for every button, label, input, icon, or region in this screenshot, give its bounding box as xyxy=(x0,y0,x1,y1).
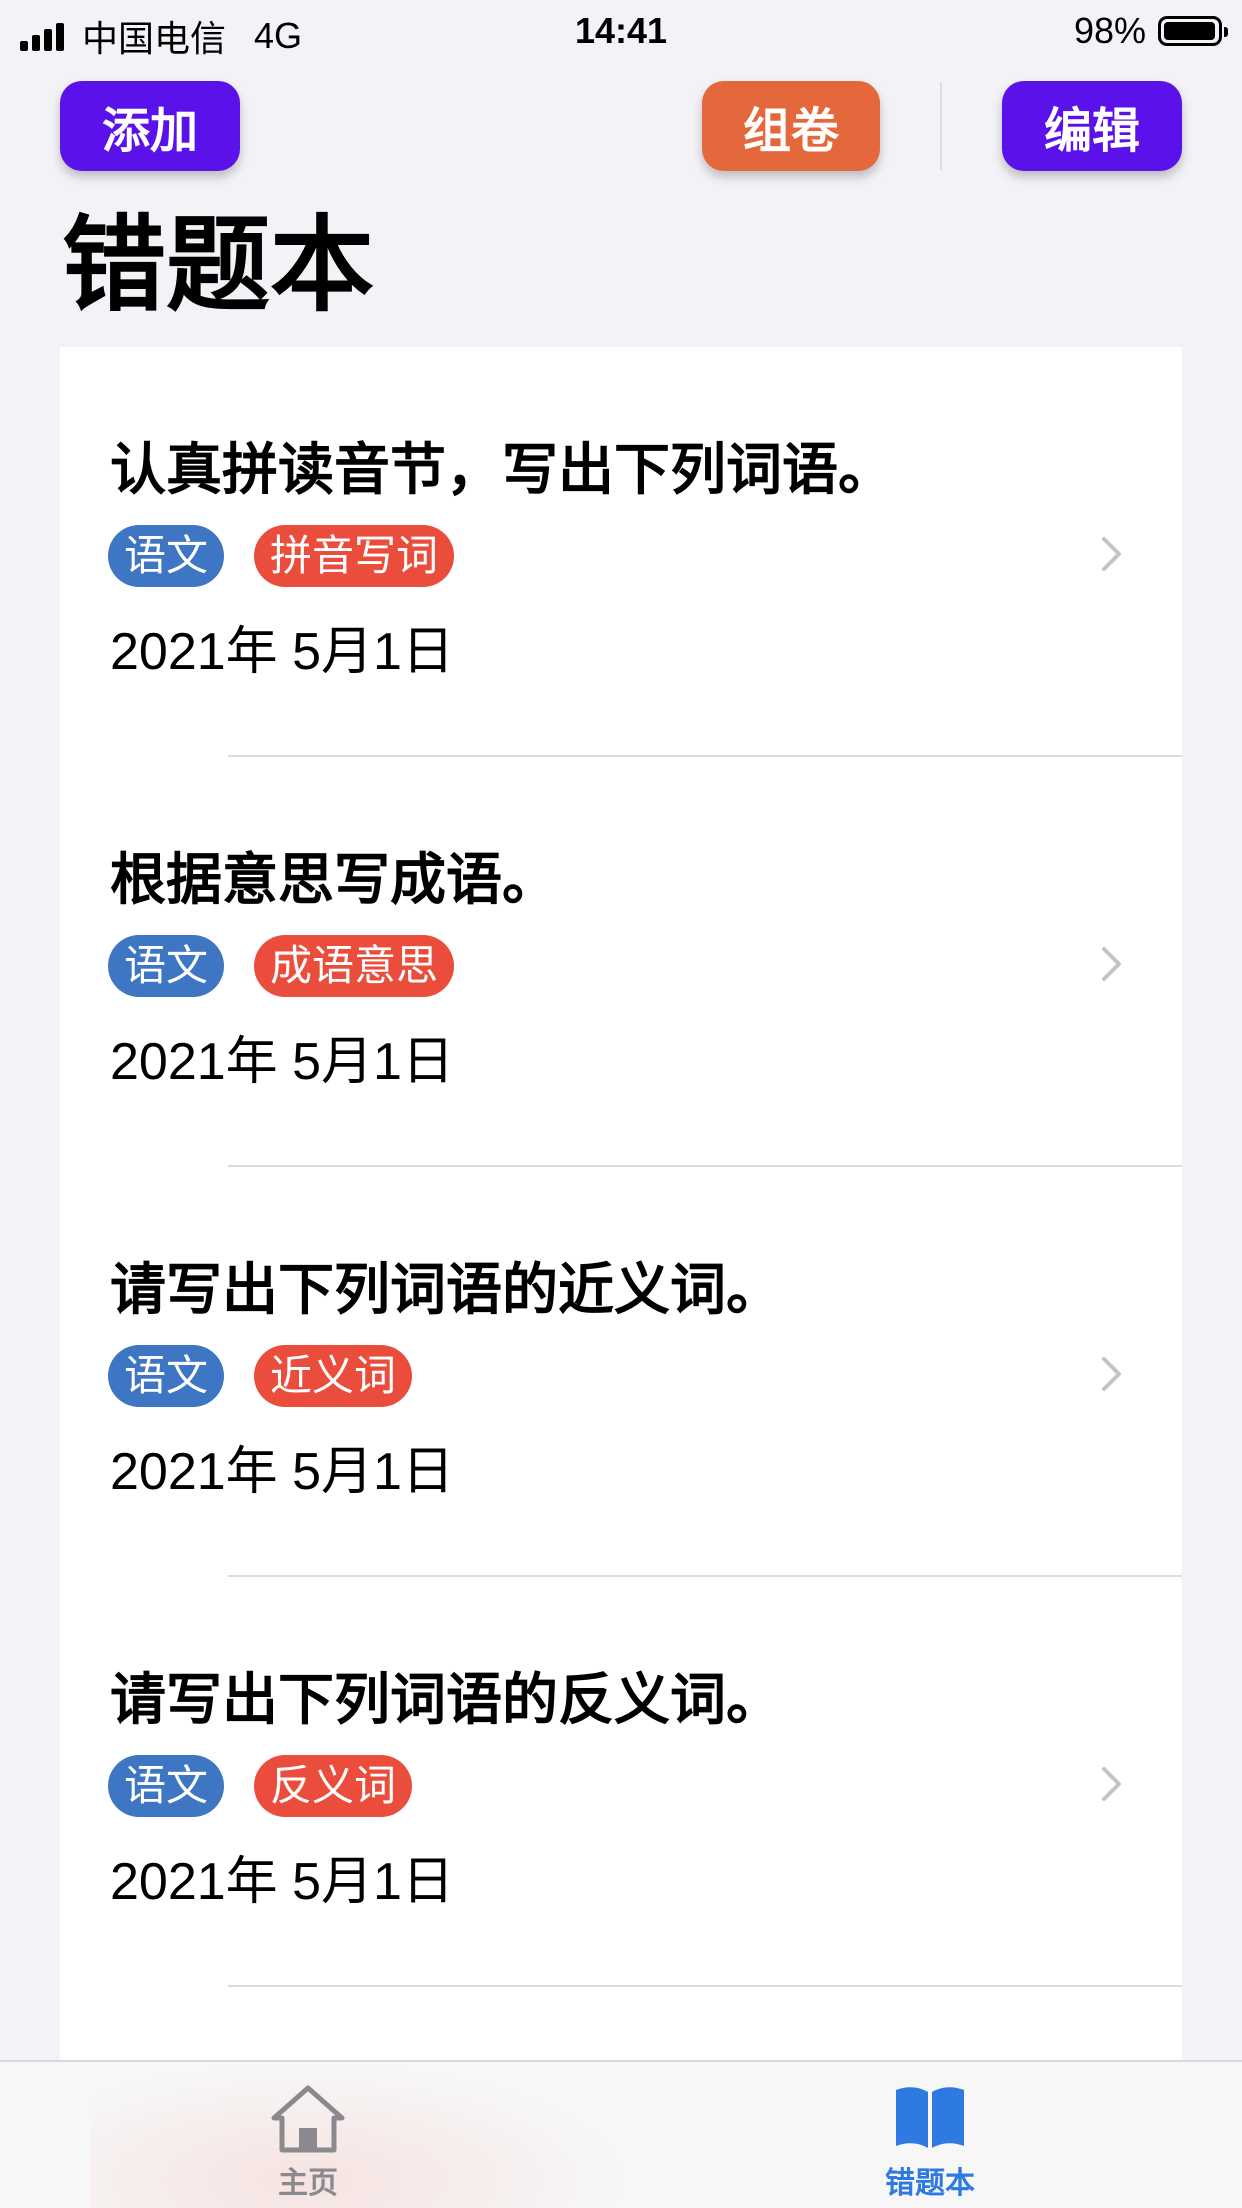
chevron-right-icon xyxy=(1102,1767,1121,1801)
item-tags: 语文 成语意思 xyxy=(108,935,484,997)
chevron-right-icon xyxy=(1102,1357,1121,1391)
page-title: 错题本 xyxy=(62,204,375,326)
status-right: 98% xyxy=(1073,10,1228,52)
compose-paper-button[interactable]: 组卷 xyxy=(702,81,880,171)
status-bar: 中国电信 4G 14:41 98% xyxy=(0,0,1242,62)
item-title: 根据意思写成语。 xyxy=(110,848,558,913)
tab-home[interactable]: 主页 xyxy=(208,2082,408,2202)
topic-tag: 反义词 xyxy=(254,1755,413,1817)
edit-button[interactable]: 编辑 xyxy=(1002,81,1182,171)
battery-icon xyxy=(1158,16,1228,46)
item-date: 2021年 5月1日 xyxy=(110,1853,454,1911)
item-title: 认真拼读音节，写出下列词语。 xyxy=(110,438,894,503)
item-date: 2021年 5月1日 xyxy=(110,623,454,681)
battery-percent: 98% xyxy=(1073,10,1146,51)
topic-tag: 近义词 xyxy=(254,1345,413,1407)
item-tags: 语文 拼音写词 xyxy=(108,525,484,587)
list-item[interactable]: 根据意思写成语。 语文 成语意思 2021年 5月1日 xyxy=(60,757,1182,1167)
item-date: 2021年 5月1日 xyxy=(110,1033,454,1091)
tab-mistakes-label: 错题本 xyxy=(885,2166,975,2201)
nav-divider xyxy=(940,82,942,170)
row-separator xyxy=(228,1985,1182,1987)
item-title: 请写出下列词语的反义词。 xyxy=(110,1668,782,1733)
mistake-list: 认真拼读音节，写出下列词语。 语文 拼音写词 2021年 5月1日 根据意思写成… xyxy=(60,347,1182,2067)
subject-tag: 语文 xyxy=(108,935,225,997)
item-title: 请写出下列词语的近义词。 xyxy=(110,1258,782,1323)
list-item[interactable]: 请写出下列词语的反义词。 语文 反义词 2021年 5月1日 xyxy=(60,1577,1182,1987)
subject-tag: 语文 xyxy=(108,1345,225,1407)
battery-cap xyxy=(1224,27,1228,37)
item-tags: 语文 反义词 xyxy=(108,1755,442,1817)
list-item[interactable]: 请写出下列词语的近义词。 语文 近义词 2021年 5月1日 xyxy=(60,1167,1182,1577)
topic-tag: 拼音写词 xyxy=(254,525,455,587)
chevron-right-icon xyxy=(1102,947,1121,981)
open-book-icon xyxy=(896,2087,964,2148)
tab-home-label: 主页 xyxy=(278,2166,338,2201)
list-item[interactable]: 认真拼读音节，写出下列词语。 语文 拼音写词 2021年 5月1日 xyxy=(60,347,1182,757)
subject-tag: 语文 xyxy=(108,525,225,587)
item-date: 2021年 5月1日 xyxy=(110,1443,454,1501)
tab-bar: 主页 错题本 xyxy=(0,2060,1242,2208)
house-icon xyxy=(271,2085,345,2153)
item-tags: 语文 近义词 xyxy=(108,1345,442,1407)
battery-fill xyxy=(1164,22,1215,40)
subject-tag: 语文 xyxy=(108,1755,225,1817)
topic-tag: 成语意思 xyxy=(254,935,455,997)
status-time: 14:41 xyxy=(574,10,668,51)
add-button[interactable]: 添加 xyxy=(60,81,240,171)
tab-mistakes[interactable]: 错题本 xyxy=(830,2082,1030,2202)
chevron-right-icon xyxy=(1102,537,1121,571)
app-screen: 中国电信 4G 14:41 98% 添加 组卷 编辑 错题本 认真拼读音节，写出… xyxy=(0,0,1242,2208)
